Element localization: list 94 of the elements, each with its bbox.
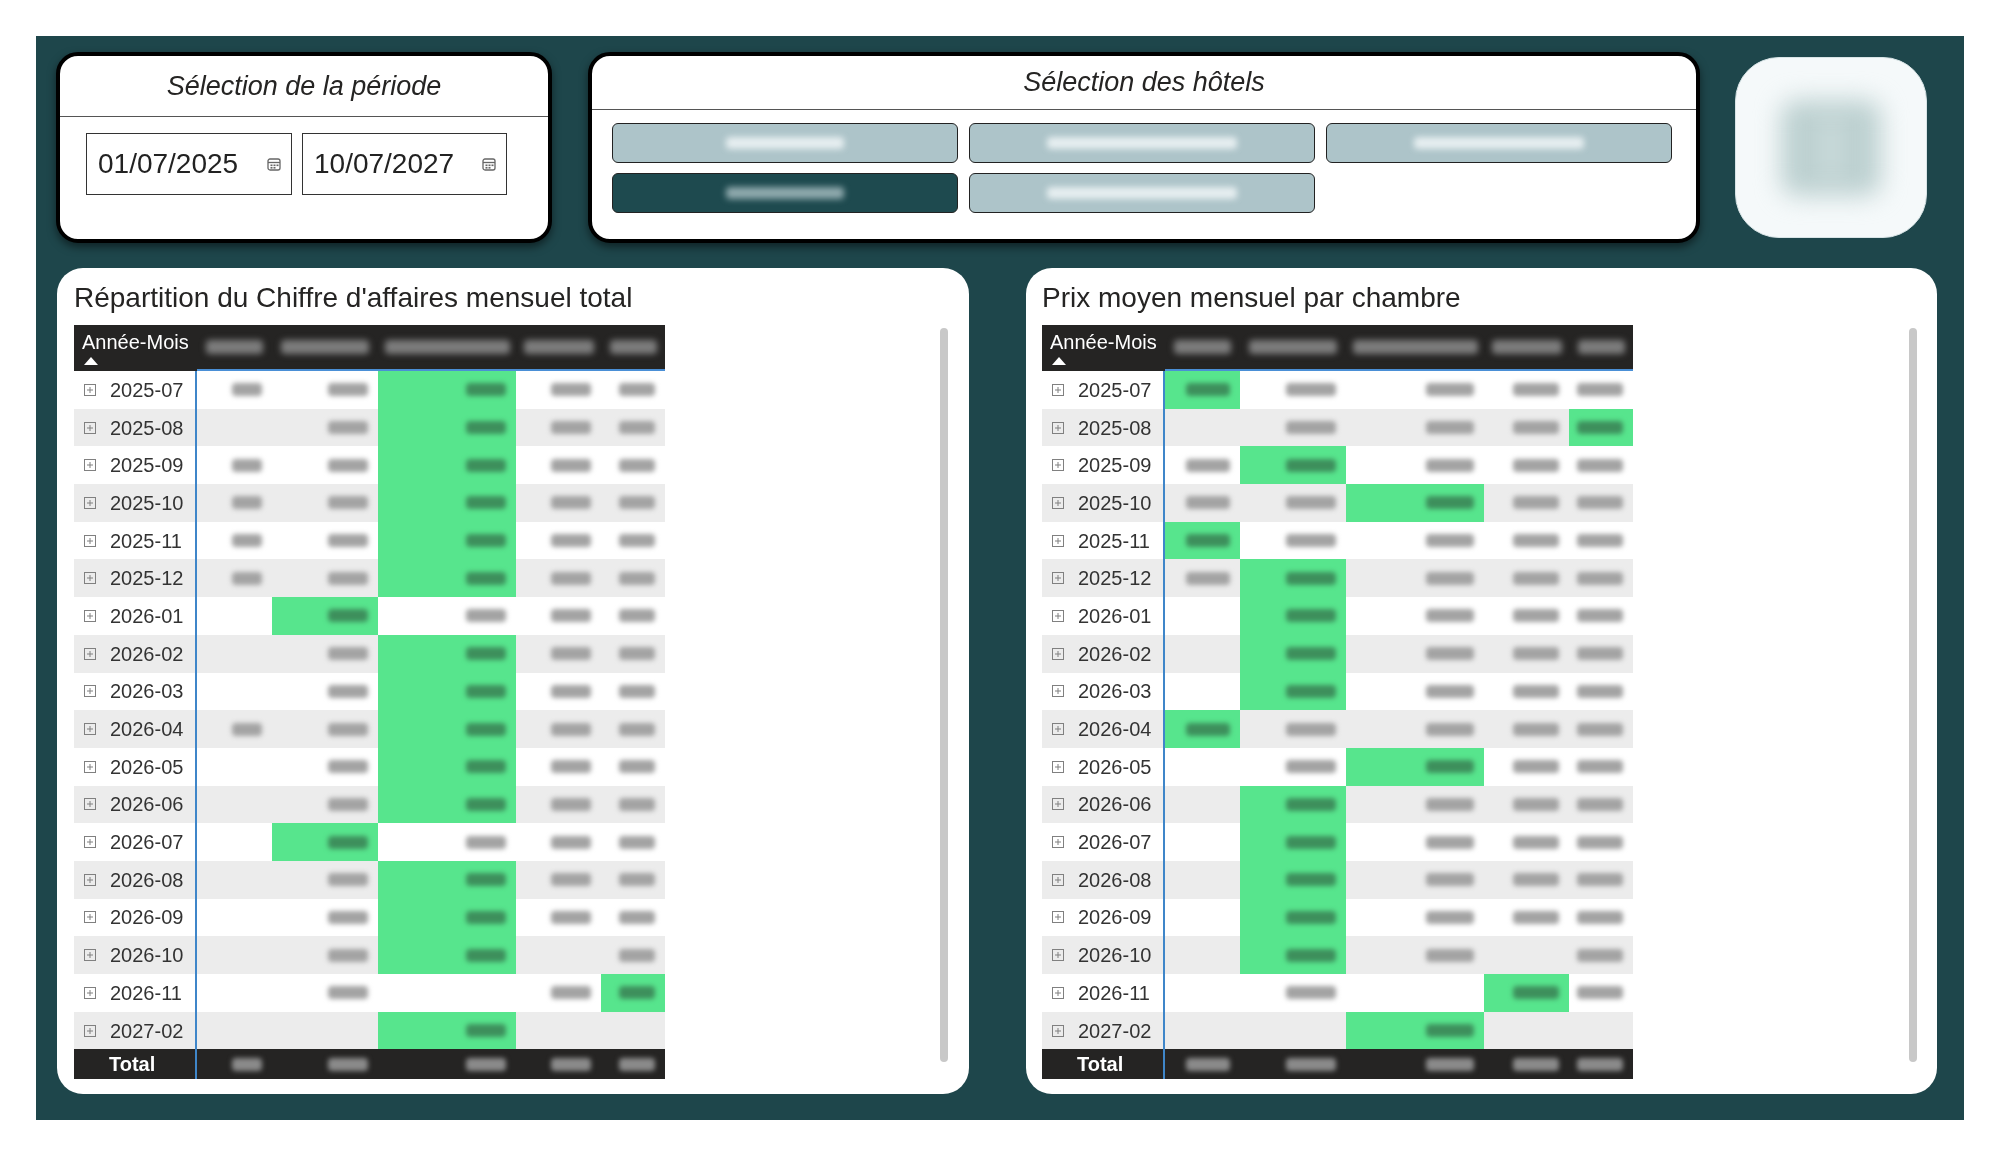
table-title: Prix moyen mensuel par chambre <box>1042 281 1462 315</box>
expand-icon[interactable] <box>1052 873 1064 886</box>
expand-icon[interactable] <box>1052 534 1064 547</box>
column-header[interactable]: Année-Mois <box>82 330 189 354</box>
hotel-button[interactable] <box>612 173 958 213</box>
date-field[interactable]: 01/07/2025 <box>86 133 292 195</box>
expand-icon[interactable] <box>84 986 96 999</box>
expand-icon[interactable] <box>1052 685 1064 698</box>
logo-icon <box>1735 57 1927 238</box>
expand-icon[interactable] <box>84 496 96 509</box>
row-header: 2026-07 <box>1078 830 1152 856</box>
row-header: 2025-07 <box>110 377 184 403</box>
hotel-button[interactable] <box>969 123 1315 163</box>
expand-icon[interactable] <box>1052 421 1064 434</box>
row-header: 2026-02 <box>1078 641 1152 667</box>
row-header: 2026-08 <box>110 867 184 893</box>
filter-title: Sélection de la période <box>166 69 442 103</box>
expand-icon[interactable] <box>84 609 96 622</box>
row-header: 2025-10 <box>1078 490 1152 516</box>
row-header: 2025-12 <box>1078 566 1152 592</box>
expand-icon[interactable] <box>1052 911 1064 924</box>
row-header: 2026-02 <box>110 641 184 667</box>
row-header: 2026-01 <box>110 603 184 629</box>
expand-icon[interactable] <box>1052 496 1064 509</box>
expand-icon[interactable] <box>84 798 96 811</box>
expand-icon[interactable] <box>84 949 96 962</box>
expand-icon[interactable] <box>1052 760 1064 773</box>
row-header: 2025-09 <box>110 453 184 479</box>
row-header: 2025-11 <box>110 528 182 554</box>
expand-icon[interactable] <box>1052 949 1064 962</box>
row-header: 2026-09 <box>110 905 184 931</box>
calendar-icon[interactable] <box>267 157 281 171</box>
row-header: 2026-09 <box>1078 905 1152 931</box>
expand-icon[interactable] <box>1052 798 1064 811</box>
expand-icon[interactable] <box>84 647 96 660</box>
row-header: 2027-02 <box>1078 1018 1152 1044</box>
expand-icon[interactable] <box>84 911 96 924</box>
row-header: 2025-10 <box>110 490 184 516</box>
row-header: 2026-01 <box>1078 603 1152 629</box>
calendar-icon[interactable] <box>482 157 496 171</box>
expand-icon[interactable] <box>84 723 96 736</box>
row-header: 2026-10 <box>1078 943 1152 969</box>
sort-icon[interactable] <box>1052 357 1066 365</box>
row-header: 2026-11 <box>1078 980 1150 1006</box>
expand-icon[interactable] <box>84 685 96 698</box>
expand-icon[interactable] <box>84 873 96 886</box>
expand-icon[interactable] <box>1052 647 1064 660</box>
hotel-button[interactable] <box>1326 123 1672 163</box>
expand-icon[interactable] <box>84 1024 96 1037</box>
row-header: 2027-02 <box>110 1018 184 1044</box>
row-header: 2025-08 <box>1078 415 1152 441</box>
expand-icon[interactable] <box>84 383 96 396</box>
row-header: 2026-07 <box>110 830 184 856</box>
expand-icon[interactable] <box>84 459 96 472</box>
row-header: 2025-08 <box>110 415 184 441</box>
row-header: 2025-09 <box>1078 453 1152 479</box>
expand-icon[interactable] <box>1052 986 1064 999</box>
row-header: 2026-06 <box>1078 792 1152 818</box>
expand-icon[interactable] <box>1052 572 1064 585</box>
expand-icon[interactable] <box>1052 383 1064 396</box>
expand-icon[interactable] <box>84 572 96 585</box>
hotel-button[interactable] <box>969 173 1315 213</box>
row-header: 2025-12 <box>110 566 184 592</box>
hotel-button[interactable] <box>612 123 958 163</box>
expand-icon[interactable] <box>1052 723 1064 736</box>
row-header: 2026-05 <box>110 754 184 780</box>
expand-icon[interactable] <box>1052 1024 1064 1037</box>
table-title: Répartition du Chiffre d'affaires mensuel total <box>74 281 634 315</box>
sort-icon[interactable] <box>84 357 98 365</box>
row-header: 2026-10 <box>110 943 184 969</box>
expand-icon[interactable] <box>84 760 96 773</box>
row-header: 2026-08 <box>1078 867 1152 893</box>
expand-icon[interactable] <box>1052 459 1064 472</box>
row-header: 2026-03 <box>110 679 184 705</box>
expand-icon[interactable] <box>84 534 96 547</box>
expand-icon[interactable] <box>84 421 96 434</box>
column-header[interactable]: Année-Mois <box>1050 330 1157 354</box>
expand-icon[interactable] <box>84 836 96 849</box>
row-header: 2026-03 <box>1078 679 1152 705</box>
row-header: 2026-11 <box>110 980 182 1006</box>
date-field[interactable]: 10/07/2027 <box>302 133 507 195</box>
total-label: Total <box>1077 1052 1124 1078</box>
expand-icon[interactable] <box>1052 609 1064 622</box>
row-header: 2026-04 <box>110 717 184 743</box>
row-header: 2026-04 <box>1078 717 1152 743</box>
scrollbar-thumb[interactable] <box>940 328 948 1062</box>
row-header: 2026-05 <box>1078 754 1152 780</box>
filter-title: Sélection des hôtels <box>1023 66 1265 100</box>
total-label: Total <box>109 1052 156 1078</box>
row-header: 2025-11 <box>1078 528 1150 554</box>
row-header: 2026-06 <box>110 792 184 818</box>
expand-icon[interactable] <box>1052 836 1064 849</box>
scrollbar-thumb[interactable] <box>1909 328 1917 1062</box>
row-header: 2025-07 <box>1078 377 1152 403</box>
